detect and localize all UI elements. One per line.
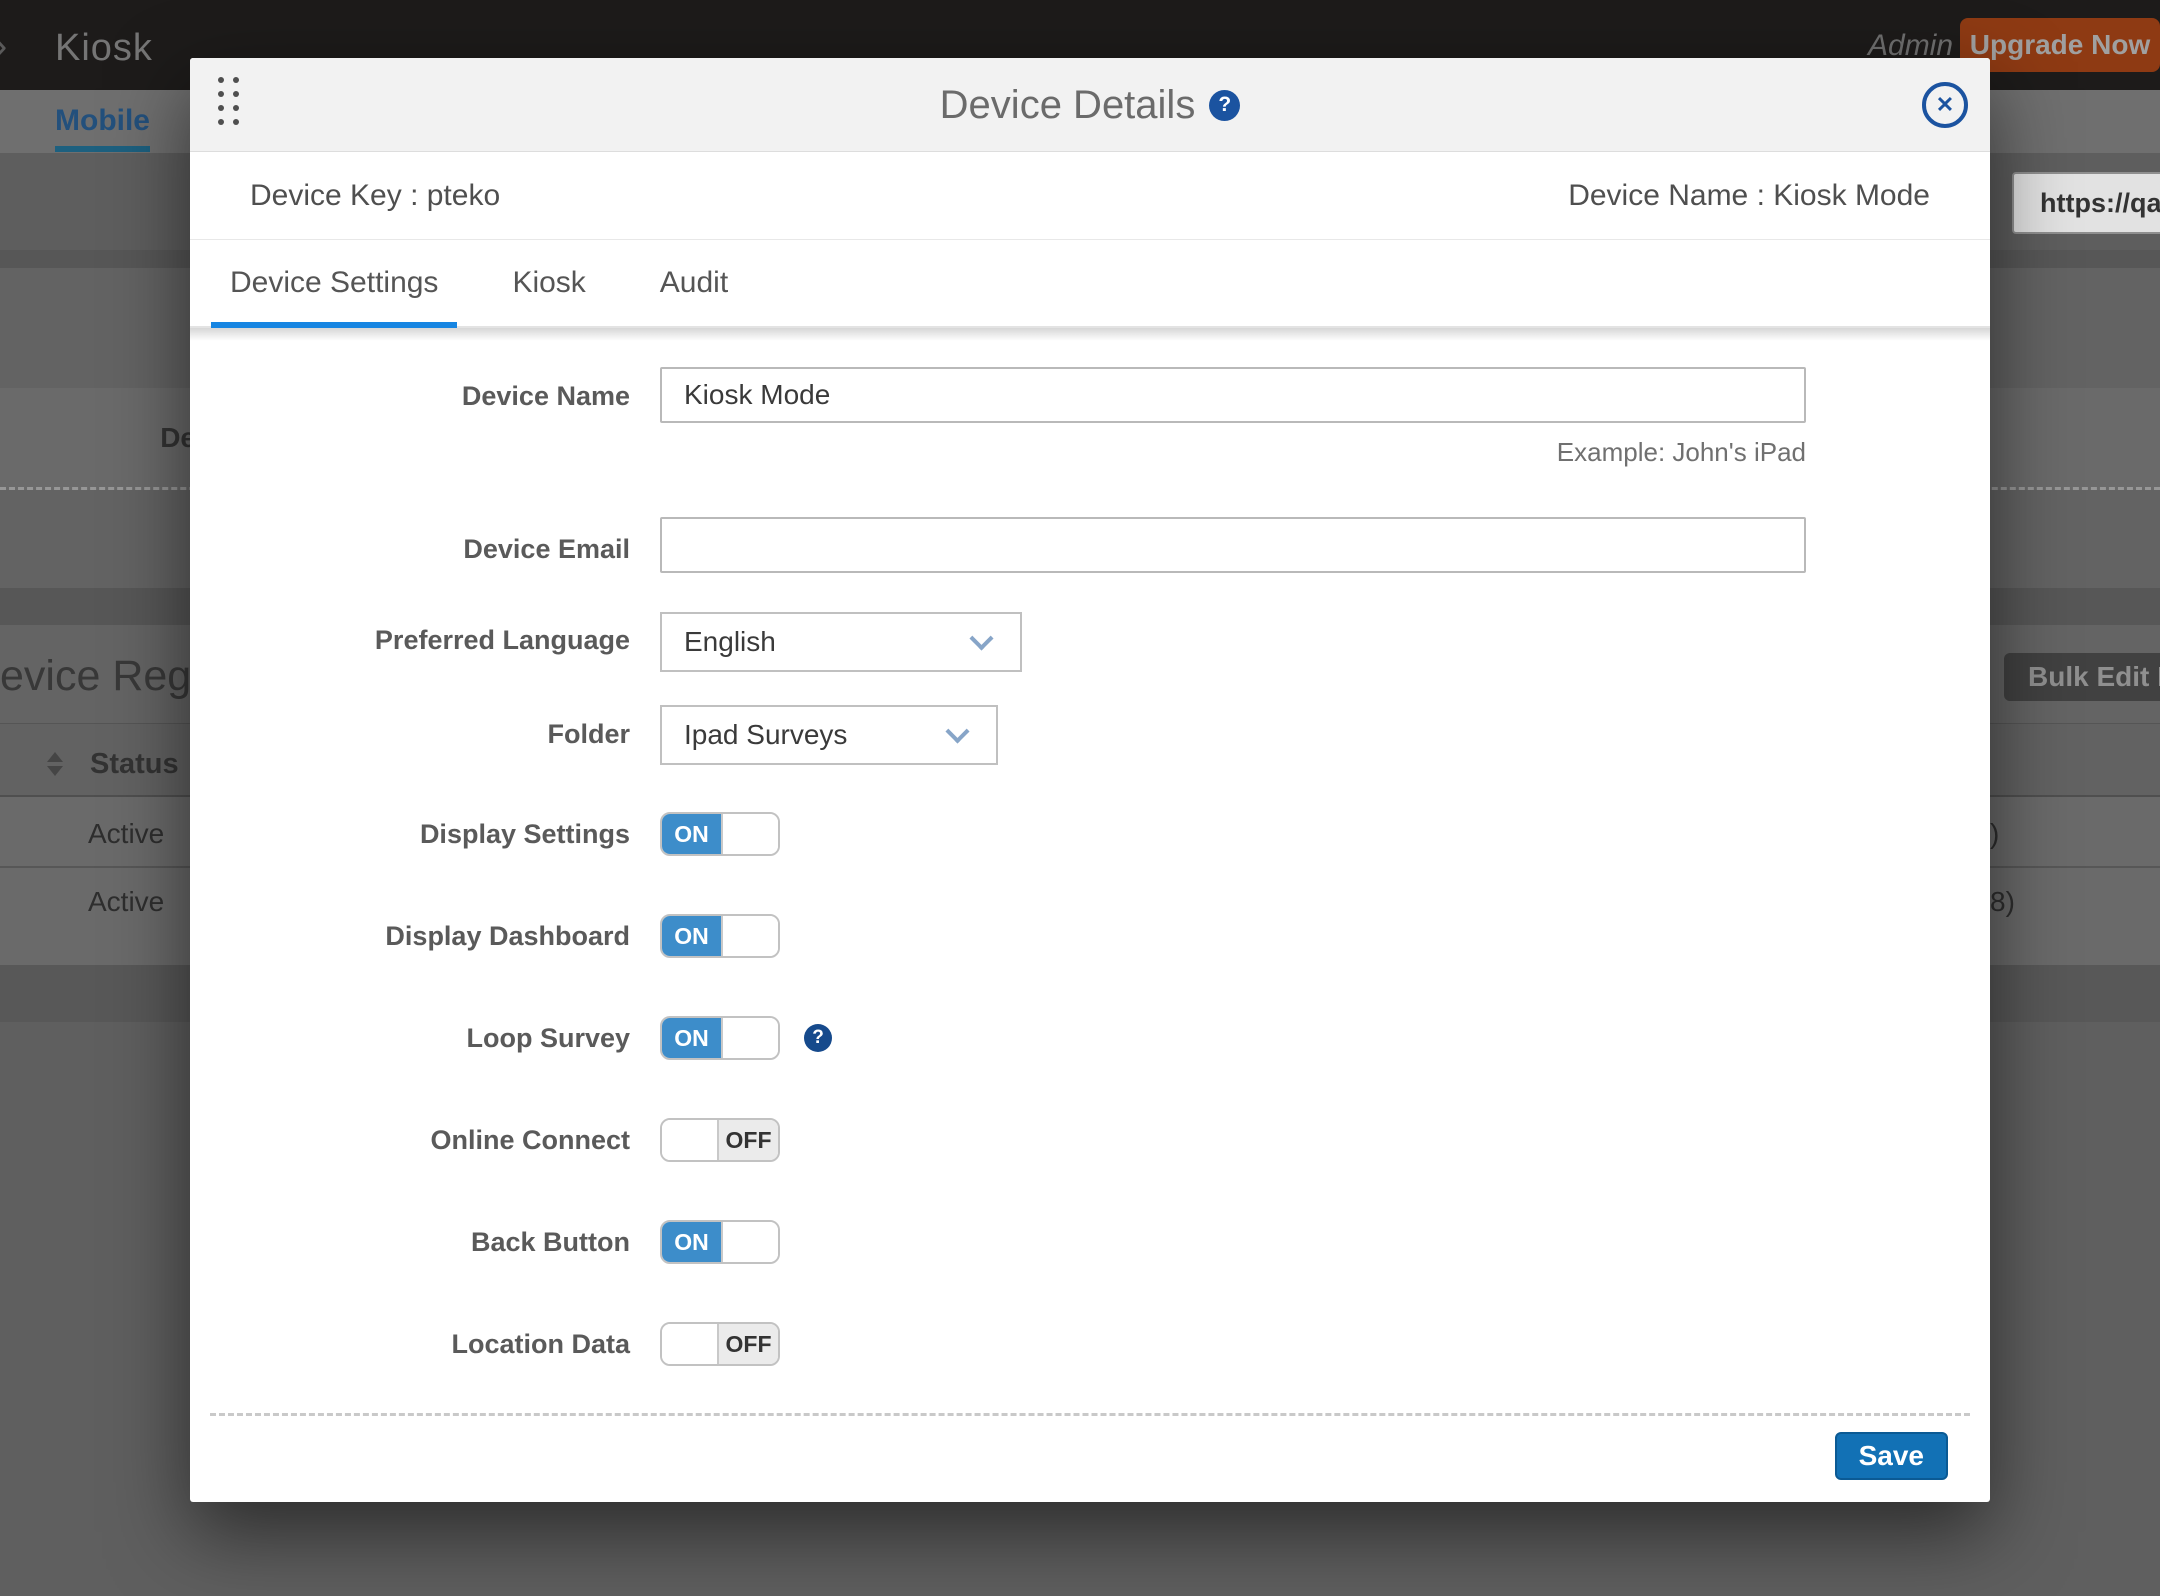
device-registration-heading: evice Registr xyxy=(0,652,191,701)
online-connect-toggle[interactable]: OFF xyxy=(660,1118,780,1162)
toggle-on-label: ON xyxy=(662,916,721,956)
device-label-fragment: De xyxy=(0,422,196,454)
device-key-text: Device Key : pteko xyxy=(250,179,500,213)
tab-device-settings[interactable]: Device Settings xyxy=(211,240,457,326)
status-column-header[interactable]: Status xyxy=(90,748,179,781)
page-title: Kiosk xyxy=(55,27,153,70)
upgrade-now-button[interactable]: Upgrade Now xyxy=(1960,18,2160,72)
location-data-label: Location Data xyxy=(190,1329,630,1360)
display-dashboard-label: Display Dashboard xyxy=(190,921,630,952)
device-name-text: Device Name : Kiosk Mode xyxy=(1568,179,1930,213)
toggle-row-loop-survey: Loop Survey ON? xyxy=(190,1016,1990,1060)
toggle-on-label: ON xyxy=(662,814,721,854)
tab-audit[interactable]: Audit xyxy=(641,240,747,326)
url-input[interactable]: https://qa.c xyxy=(2012,172,2160,234)
toggle-knob xyxy=(662,1120,719,1160)
tab-bar-shadow xyxy=(190,328,1990,341)
toggle-row-display-settings: Display Settings ON xyxy=(190,812,1990,856)
device-details-modal: Device Details ? ✕ Device Key : pteko De… xyxy=(190,58,1990,1502)
row-right-fragment: 8) xyxy=(1990,886,2015,918)
folder-value: Ipad Surveys xyxy=(684,719,847,751)
row-right-fragment: ) xyxy=(1990,818,1999,850)
save-button[interactable]: Save xyxy=(1835,1432,1948,1480)
toggle-off-label: OFF xyxy=(719,1324,778,1364)
display-settings-label: Display Settings xyxy=(190,819,630,850)
tab-mobile[interactable]: Mobile xyxy=(55,104,150,152)
help-icon[interactable]: ? xyxy=(1209,90,1240,121)
toggle-on-label: ON xyxy=(662,1222,721,1262)
toggle-row-display-dashboard: Display Dashboard ON xyxy=(190,914,1990,958)
display-settings-toggle[interactable]: ON xyxy=(660,812,780,856)
folder-select[interactable]: Ipad Surveys xyxy=(660,705,998,765)
back-button-toggle[interactable]: ON xyxy=(660,1220,780,1264)
loop-survey-toggle[interactable]: ON xyxy=(660,1016,780,1060)
loop-survey-label: Loop Survey xyxy=(190,1023,630,1054)
toggle-on-label: ON xyxy=(662,1018,721,1058)
loop-survey-help-icon[interactable]: ? xyxy=(804,1024,832,1052)
device-name-label: Device Name xyxy=(190,381,630,412)
breadcrumb-chevron-icon: › xyxy=(0,24,7,69)
device-email-input[interactable] xyxy=(660,517,1806,573)
status-cell: Active xyxy=(88,886,164,918)
toggle-knob xyxy=(721,1222,778,1262)
toggle-row-back-button: Back Button ON xyxy=(190,1220,1990,1264)
footer-divider xyxy=(210,1413,1970,1416)
device-name-hint: Example: John's iPad xyxy=(660,437,1806,468)
close-icon[interactable]: ✕ xyxy=(1922,82,1968,128)
location-data-toggle[interactable]: OFF xyxy=(660,1322,780,1366)
online-connect-label: Online Connect xyxy=(190,1125,630,1156)
toggle-knob xyxy=(662,1324,719,1364)
bulk-edit-devices-button[interactable]: Bulk Edit Dev xyxy=(2004,653,2160,701)
modal-tab-bar: Device Settings Kiosk Audit xyxy=(190,240,1990,328)
toggle-row-online-connect: Online Connect OFF xyxy=(190,1118,1990,1162)
preferred-language-select[interactable]: English xyxy=(660,612,1022,672)
tab-kiosk[interactable]: Kiosk xyxy=(493,240,604,326)
back-button-label: Back Button xyxy=(190,1227,630,1258)
modal-subheader: Device Key : pteko Device Name : Kiosk M… xyxy=(190,152,1990,240)
preferred-language-label: Preferred Language xyxy=(190,625,630,656)
display-dashboard-toggle[interactable]: ON xyxy=(660,914,780,958)
device-email-label: Device Email xyxy=(190,534,630,565)
modal-header: Device Details ? ✕ xyxy=(190,58,1990,152)
preferred-language-value: English xyxy=(684,626,776,658)
toggle-knob xyxy=(721,1018,778,1058)
device-name-input[interactable] xyxy=(660,367,1806,423)
toggle-off-label: OFF xyxy=(719,1120,778,1160)
modal-title: Device Details xyxy=(940,83,1196,128)
toggle-knob xyxy=(721,916,778,956)
chevron-down-icon xyxy=(969,626,993,650)
toggle-knob xyxy=(721,814,778,854)
toggle-row-location-data: Location Data OFF xyxy=(190,1322,1990,1366)
chevron-down-icon xyxy=(945,719,969,743)
sort-icon[interactable] xyxy=(47,752,63,778)
folder-label: Folder xyxy=(190,719,630,750)
status-cell: Active xyxy=(88,818,164,850)
